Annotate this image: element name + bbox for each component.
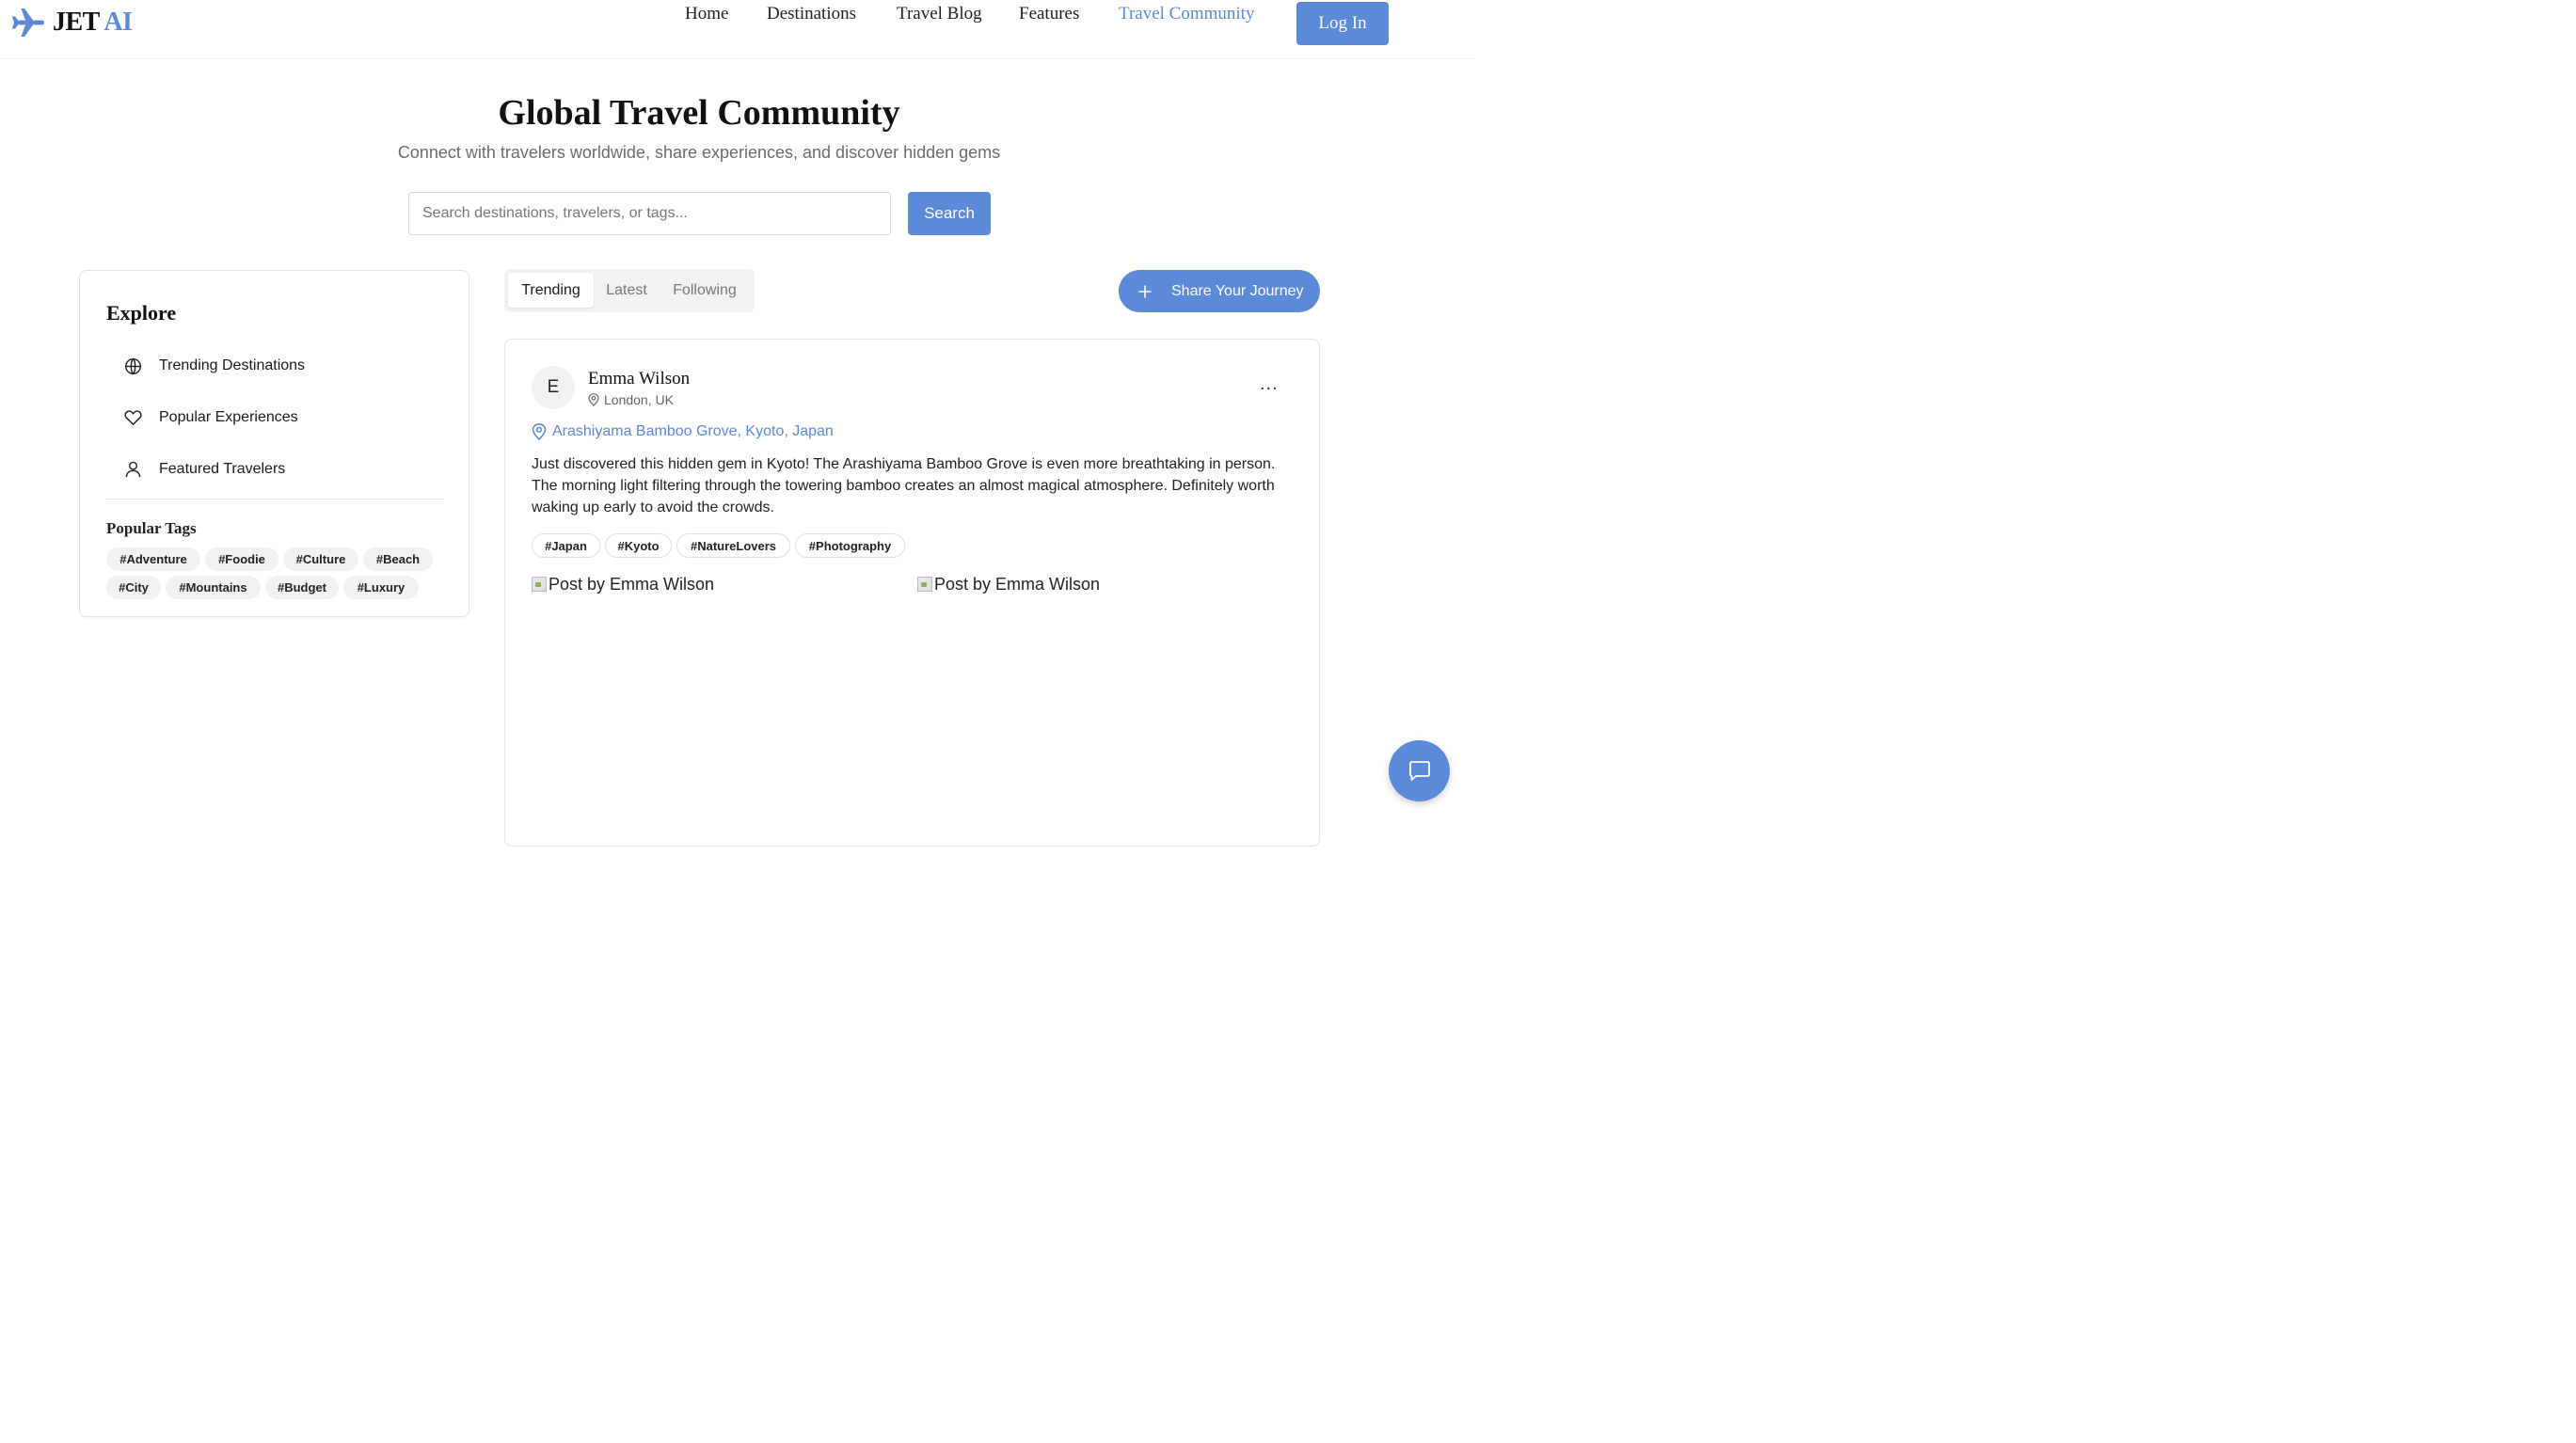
tag-chip[interactable]: #Luxury [343, 576, 419, 599]
tag-chip[interactable]: #Adventure [106, 547, 200, 571]
author-location-text: London, UK [604, 392, 674, 407]
nav-features[interactable]: Features [1019, 4, 1079, 24]
tag-chip[interactable]: #City [106, 576, 161, 599]
post-image[interactable]: Post by Emma Wilson [917, 575, 1100, 595]
post-tag[interactable]: #Kyoto [605, 533, 672, 558]
heart-icon [106, 409, 159, 426]
post-image-alt: Post by Emma Wilson [549, 575, 715, 594]
sidebar-item-featured-travelers[interactable]: Featured Travelers [106, 451, 445, 488]
broken-image-icon [532, 577, 547, 592]
broken-image-icon [917, 577, 932, 592]
tab-trending[interactable]: Trending [508, 273, 594, 308]
search-input[interactable] [408, 192, 891, 235]
brand-name-jet: JET [53, 8, 100, 37]
tag-chip[interactable]: #Budget [265, 576, 339, 599]
chat-button[interactable] [1389, 740, 1450, 801]
share-journey-button[interactable]: Share Your Journey [1119, 270, 1320, 312]
airplane-icon [12, 8, 44, 37]
share-journey-label: Share Your Journey [1171, 282, 1304, 299]
tag-chip[interactable]: #Mountains [166, 576, 261, 599]
tab-following[interactable]: Following [662, 273, 747, 308]
top-navbar: JET AI Home Destinations Travel Blog Fea… [0, 0, 1475, 59]
sidebar-item-label: Trending Destinations [159, 357, 306, 373]
login-button[interactable]: Log In [1296, 2, 1389, 45]
tab-latest[interactable]: Latest [596, 273, 657, 308]
page-title: Global Travel Community [498, 93, 900, 133]
tag-chip[interactable]: #Culture [283, 547, 358, 571]
post-author-name[interactable]: Emma Wilson [588, 369, 690, 389]
post-image-alt: Post by Emma Wilson [934, 575, 1101, 594]
map-pin-icon [588, 393, 599, 406]
plus-icon [1119, 285, 1171, 298]
globe-icon [106, 357, 159, 375]
post-tag[interactable]: #NatureLovers [676, 533, 790, 558]
post-card: E Emma Wilson London, UK ... Arashiyama … [504, 339, 1320, 847]
sidebar-item-popular-experiences[interactable]: Popular Experiences [106, 399, 445, 436]
explore-sidebar: Explore Trending Destinations Popular Ex… [79, 270, 469, 617]
tag-chip[interactable]: #Beach [363, 547, 433, 571]
search-button[interactable]: Search [908, 192, 991, 235]
post-body: Just discovered this hidden gem in Kyoto… [532, 456, 1276, 515]
post-location-text: Arashiyama Bamboo Grove, Kyoto, Japan [552, 423, 834, 439]
brand-logo[interactable]: JET AI [9, 6, 133, 40]
popular-tags-title: Popular Tags [106, 519, 197, 537]
post-location-link[interactable]: Arashiyama Bamboo Grove, Kyoto, Japan [532, 423, 834, 440]
sidebar-title: Explore [106, 301, 177, 325]
tag-chip[interactable]: #Foodie [205, 547, 278, 571]
brand-name-ai: AI [103, 8, 133, 37]
nav-home[interactable]: Home [685, 4, 728, 24]
sidebar-divider [106, 499, 443, 500]
post-tag[interactable]: #Japan [532, 533, 600, 558]
feed-tabs: Trending Latest Following [504, 269, 755, 312]
page-subtitle: Connect with travelers worldwide, share … [397, 143, 1001, 162]
sidebar-item-trending-destinations[interactable]: Trending Destinations [106, 347, 445, 385]
post-author-location: London, UK [588, 392, 674, 407]
nav-travel-community[interactable]: Travel Community [1119, 4, 1254, 24]
post-image[interactable]: Post by Emma Wilson [532, 575, 714, 595]
more-options-icon[interactable]: ... [1260, 373, 1279, 395]
sidebar-item-label: Featured Travelers [159, 461, 286, 477]
nav-travel-blog[interactable]: Travel Blog [897, 4, 982, 24]
sidebar-item-label: Popular Experiences [159, 409, 298, 425]
avatar[interactable]: E [532, 366, 575, 409]
nav-destinations[interactable]: Destinations [767, 4, 856, 24]
map-pin-icon [532, 423, 547, 440]
chat-icon [1408, 760, 1430, 781]
post-tag[interactable]: #Photography [795, 533, 905, 558]
user-icon [106, 461, 159, 478]
